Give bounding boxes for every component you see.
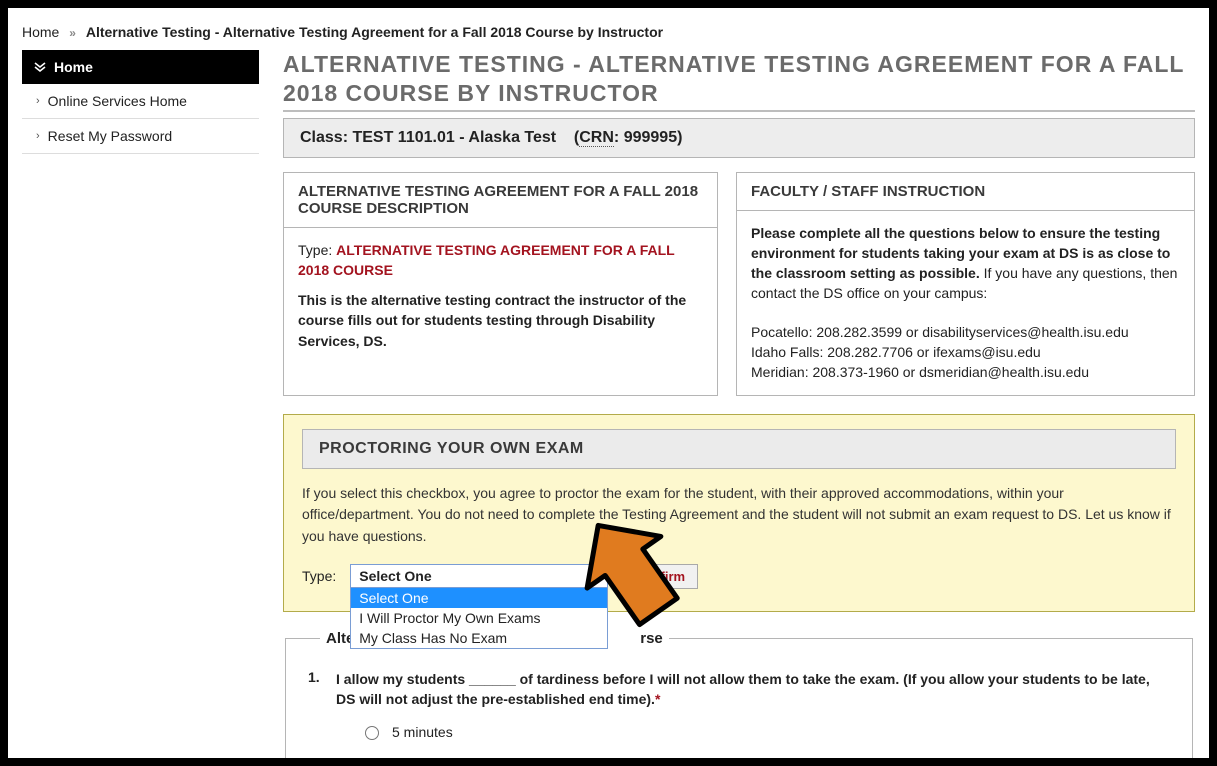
type-value: ALTERNATIVE TESTING AGREEMENT FOR A FALL… [298,242,674,278]
collapse-icon [34,60,46,74]
select-option[interactable]: I Will Proctor My Own Exams [351,608,607,628]
required-asterisk: * [655,691,660,707]
page-title: ALTERNATIVE TESTING - ALTERNATIVE TESTIN… [283,50,1195,112]
select-option[interactable]: Select One [351,588,607,608]
proctor-description: If you select this checkbox, you agree t… [302,483,1176,548]
main-content: ALTERNATIVE TESTING - ALTERNATIVE TESTIN… [283,50,1195,766]
proctor-type-select[interactable]: Select One ▾ Select One I Will Proctor M… [350,564,608,588]
sidebar-item-label: Online Services Home [48,93,187,109]
question-text: I allow my students ______ of tardiness … [336,671,1150,707]
contact-idaho-falls: Idaho Falls: 208.282.7706 or ifexams@isu… [751,342,1180,362]
proctor-type-dropdown: Select One I Will Proctor My Own Exams M… [350,588,608,649]
legend-suffix: rse [640,630,663,647]
faculty-panel-heading: FACULTY / STAFF INSTRUCTION [737,173,1194,211]
crn-abbr: CRN [579,129,614,147]
description-panel-heading: ALTERNATIVE TESTING AGREEMENT FOR A FALL… [284,173,717,228]
proctor-heading: PROCTORING YOUR OWN EXAM [302,429,1176,469]
class-label: Class: [300,129,352,146]
question-number: 1. [308,669,336,766]
class-info-bar: Class: TEST 1101.01 - Alaska Test (CRN: … [283,118,1195,158]
proctor-type-label: Type: [302,568,336,584]
select-selected-value: Select One [359,568,431,584]
chevron-right-icon: › [36,130,40,142]
proctor-section: PROCTORING YOUR OWN EXAM If you select t… [283,414,1195,612]
chevron-right-icon: › [36,95,40,107]
class-course: TEST 1101.01 - Alaska Test [352,129,556,146]
crn-value: : 999995 [614,129,677,146]
question-1-option-10min[interactable]: 10 minutes [360,756,1170,766]
question-1-option-5min[interactable]: 5 minutes [360,723,1170,740]
sidebar-item-label: Reset My Password [48,128,172,144]
questions-fieldset: Altern rse 1. I allow my students ______… [285,630,1193,766]
faculty-instruction-panel: FACULTY / STAFF INSTRUCTION Please compl… [736,172,1195,396]
option-label: 10 minutes [392,757,460,766]
sidebar-header-label: Home [54,59,93,75]
sidebar-item-online-services[interactable]: › Online Services Home [22,84,259,119]
question-1: 1. I allow my students ______ of tardine… [308,669,1170,766]
confirm-button[interactable]: Confirm [622,564,698,589]
breadcrumb-home[interactable]: Home [22,24,59,40]
sidebar-header[interactable]: Home [22,50,259,84]
type-label: Type: [298,242,336,258]
description-text: This is the alternative testing contract… [298,290,703,351]
select-option[interactable]: My Class Has No Exam [351,628,607,648]
breadcrumb-separator-icon: » [63,26,82,40]
radio-input[interactable] [365,726,379,740]
breadcrumb: Home » Alternative Testing - Alternative… [22,18,1195,50]
breadcrumb-current: Alternative Testing - Alternative Testin… [86,24,663,40]
sidebar-item-reset-password[interactable]: › Reset My Password [22,119,259,154]
radio-input[interactable] [365,759,379,766]
contact-meridian: Meridian: 208.373-1960 or dsmeridian@hea… [751,362,1180,382]
contact-pocatello: Pocatello: 208.282.3599 or disabilityser… [751,322,1180,342]
description-panel: ALTERNATIVE TESTING AGREEMENT FOR A FALL… [283,172,718,396]
caret-down-icon: ▾ [596,571,601,582]
option-label: 5 minutes [392,724,453,740]
sidebar: Home › Online Services Home › Reset My P… [22,50,259,154]
